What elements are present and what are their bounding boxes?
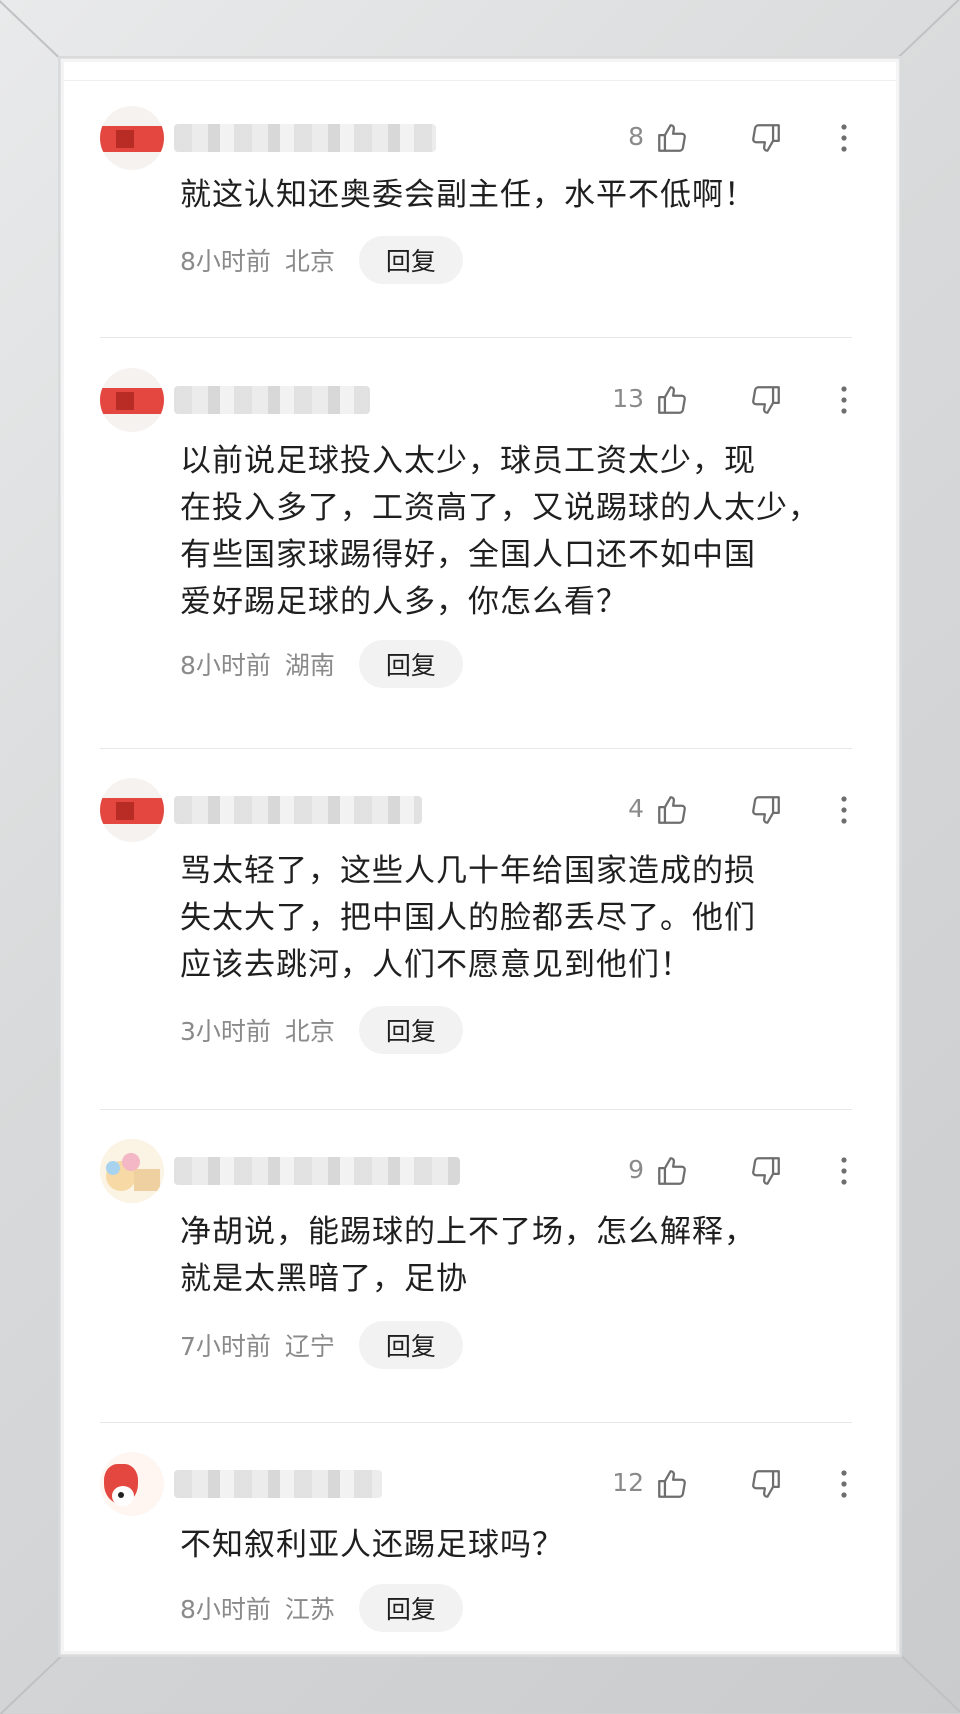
comment-time: 8小时前	[180, 247, 271, 276]
comment-divider	[100, 1109, 852, 1110]
avatar[interactable]	[100, 106, 164, 170]
thumbs-up-icon[interactable]	[652, 790, 692, 830]
comment-time: 7小时前	[180, 1332, 271, 1361]
comment-meta: 3小时前 北京 回复	[180, 1006, 463, 1054]
comment-divider	[100, 337, 852, 338]
comment-text: 就这认知还奥委会副主任，水平不低啊！	[180, 177, 756, 213]
comment-location: 北京	[284, 1017, 335, 1046]
like-count: 4	[628, 794, 644, 823]
reply-button[interactable]: 回复	[358, 1584, 463, 1632]
username-blurred[interactable]	[174, 1157, 460, 1185]
comment-text: 不知叙利亚人还踢足球吗？	[180, 1527, 564, 1563]
frame-corner	[0, 1655, 63, 1714]
comment-meta: 8小时前 北京 回复	[180, 236, 463, 284]
username-blurred[interactable]	[174, 1470, 382, 1498]
thumbs-down-icon[interactable]	[746, 118, 786, 158]
thumbs-up-icon[interactable]	[652, 118, 692, 158]
like-count: 8	[628, 122, 644, 151]
thumbs-down-icon[interactable]	[746, 790, 786, 830]
comment-divider	[100, 1422, 852, 1423]
comment-text: 净胡说，能踢球的上不了场，怎么解释， 就是太黑暗了，足协	[180, 1214, 756, 1297]
top-divider	[64, 80, 896, 81]
comment-meta: 7小时前 辽宁 回复	[180, 1321, 463, 1369]
comment-time: 8小时前	[180, 1595, 271, 1624]
reply-button[interactable]: 回复	[358, 1006, 463, 1054]
username-blurred[interactable]	[174, 386, 370, 414]
comment-location: 辽宁	[284, 1332, 335, 1361]
comment-time: 3小时前	[180, 1017, 271, 1046]
more-vertical-icon[interactable]	[824, 1151, 864, 1191]
avatar[interactable]	[100, 368, 164, 432]
avatar[interactable]	[100, 1452, 164, 1516]
more-vertical-icon[interactable]	[824, 380, 864, 420]
comment-location: 江苏	[284, 1595, 335, 1624]
more-vertical-icon[interactable]	[824, 118, 864, 158]
like-count: 9	[628, 1155, 644, 1184]
more-vertical-icon[interactable]	[824, 790, 864, 830]
avatar[interactable]	[100, 778, 164, 842]
reply-button[interactable]: 回复	[358, 236, 463, 284]
thumbs-down-icon[interactable]	[746, 1151, 786, 1191]
reply-button[interactable]: 回复	[358, 1321, 463, 1369]
avatar[interactable]	[100, 1139, 164, 1203]
like-count: 13	[612, 384, 644, 413]
comment-text: 骂太轻了，这些人几十年给国家造成的损 失太大了，把中国人的脸都丢尽了。他们 应该…	[180, 853, 756, 983]
frame-corner	[899, 1653, 960, 1713]
thumbs-up-icon[interactable]	[652, 1151, 692, 1191]
comment-text: 以前说足球投入太少，球员工资太少，现 在投入多了，工资高了，又说踢球的人太少， …	[180, 443, 820, 620]
comment-location: 湖南	[284, 651, 335, 680]
username-blurred[interactable]	[174, 796, 422, 824]
comment-divider	[100, 748, 852, 749]
comment-location: 北京	[284, 247, 335, 276]
frame-corner	[897, 0, 960, 58]
more-vertical-icon[interactable]	[824, 1464, 864, 1504]
comment-meta: 8小时前 江苏 回复	[180, 1584, 463, 1632]
thumbs-up-icon[interactable]	[652, 1464, 692, 1504]
like-count: 12	[612, 1468, 644, 1497]
frame-corner	[0, 0, 61, 60]
username-blurred[interactable]	[174, 124, 436, 152]
thumbs-up-icon[interactable]	[652, 380, 692, 420]
comment-meta: 8小时前 湖南 回复	[180, 640, 463, 688]
comment-time: 8小时前	[180, 651, 271, 680]
reply-button[interactable]: 回复	[358, 640, 463, 688]
thumbs-down-icon[interactable]	[746, 380, 786, 420]
comment-screen: 8 就这认知还奥委会副主任，水平不低啊！ 8小时前 北京 回复 13 以前说足球…	[64, 62, 896, 1651]
thumbs-down-icon[interactable]	[746, 1464, 786, 1504]
